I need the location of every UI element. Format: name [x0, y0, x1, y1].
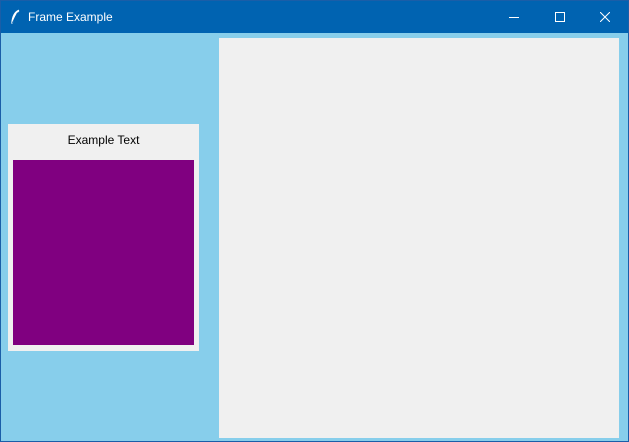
right-frame [219, 38, 619, 438]
close-button[interactable] [582, 1, 628, 33]
example-text-label: Example Text [67, 133, 140, 147]
title-bar[interactable]: Frame Example [1, 1, 628, 33]
maximize-button[interactable] [537, 1, 583, 33]
app-window: Frame Example Example Text [0, 0, 629, 442]
window-title: Frame Example [28, 10, 113, 24]
client-area: Example Text [1, 33, 628, 441]
left-frame: Example Text [8, 124, 199, 351]
feather-icon [9, 9, 21, 25]
purple-box [13, 160, 194, 345]
minimize-button[interactable] [491, 1, 537, 33]
